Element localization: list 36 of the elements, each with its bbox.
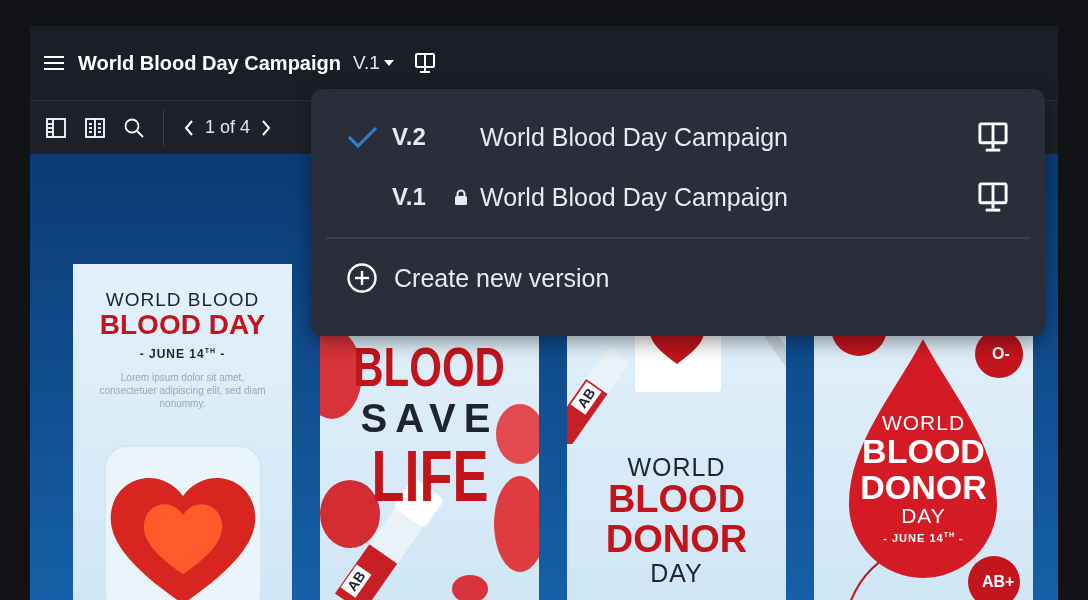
columns-icon[interactable] bbox=[85, 117, 105, 138]
plus-circle-icon bbox=[346, 262, 378, 294]
sidebar-icon[interactable] bbox=[46, 117, 66, 138]
poster-heading: DAY bbox=[650, 560, 703, 587]
poster-heading: DONOR bbox=[860, 469, 987, 506]
version-item[interactable]: V.1 World Blood Day Campaign bbox=[311, 167, 1045, 227]
chevron-right-icon[interactable] bbox=[261, 119, 272, 136]
monitor-split-icon[interactable] bbox=[977, 181, 1009, 213]
poster-heading: WORLD BLOOD bbox=[105, 290, 260, 310]
monitor-split-icon[interactable] bbox=[977, 121, 1009, 153]
poster-heading: BLOOD DAY bbox=[99, 309, 266, 340]
poster-heading: - JUNE 14$^{TH}$ - bbox=[139, 347, 226, 361]
poster-heading: WORLD bbox=[881, 412, 966, 435]
blood-type-label: O- bbox=[991, 344, 1011, 364]
poster-body-text: Lorem ipsum dolor sit amet, consectetuer adipiscing elit, sed diam nonummy. bbox=[98, 370, 267, 410]
search-icon[interactable] bbox=[124, 117, 144, 138]
chevron-left-icon[interactable] bbox=[184, 119, 194, 136]
poster-heading: LIFE bbox=[371, 438, 488, 515]
document-title: World Blood Day Campaign bbox=[78, 51, 341, 75]
version-dropdown[interactable]: V.1 bbox=[353, 50, 394, 76]
poster-heading: SAVE bbox=[360, 396, 499, 439]
poster-heading: DONOR bbox=[605, 520, 748, 561]
poster-heading: WORLD bbox=[627, 454, 726, 481]
poster-heading: - JUNE 14$^{TH}$ - bbox=[883, 531, 964, 545]
caret-icon bbox=[383, 60, 394, 66]
monitor-split-icon[interactable] bbox=[413, 52, 436, 74]
version-item[interactable]: V.2 World Blood Day Campaign bbox=[311, 107, 1045, 167]
poster-heading: DAY bbox=[901, 505, 946, 528]
poster-heading: BLOOD bbox=[607, 480, 746, 521]
poster-card[interactable]: WORLD BLOOD BLOOD DAY - JUNE 14$^{TH}$ - Lorem ipsum dolor sit amet, consectetuer adipiscing elit, sed diam nonummy. bbox=[73, 264, 292, 600]
blood-type-label: AB+ bbox=[981, 572, 1016, 592]
lock-icon bbox=[454, 188, 468, 206]
poster-heading: BLOOD bbox=[862, 434, 985, 470]
checkmark-icon bbox=[347, 126, 378, 148]
menu-icon[interactable] bbox=[43, 55, 65, 71]
page-indicator: 1 of 4 bbox=[205, 117, 251, 138]
